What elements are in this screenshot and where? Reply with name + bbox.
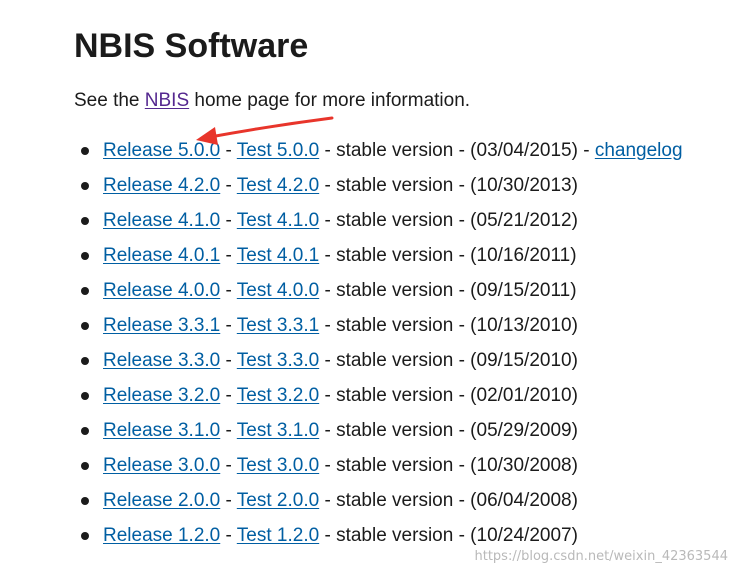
release-description: - stable version - (09/15/2010) [319,350,578,371]
release-description: - stable version - (05/29/2009) [319,420,578,441]
test-1-2-0-link[interactable]: Test 1.2.0 [237,525,319,546]
test-4-0-0-link[interactable]: Test 4.0.0 [237,280,319,301]
test-3-1-0-link[interactable]: Test 3.1.0 [237,420,319,441]
release-4-1-0-link[interactable]: Release 4.1.0 [103,210,220,231]
bullet-dot-icon [81,322,89,330]
test-2-0-0-link[interactable]: Test 2.0.0 [237,490,319,511]
release-description: - stable version - (10/30/2008) [319,455,578,476]
list-item-release-3-2-0: Release 3.2.0 - Test 3.2.0 - stable vers… [74,381,683,416]
bullet-dot-icon [81,357,89,365]
release-description: - stable version - (06/04/2008) [319,490,578,511]
nbis-home-link[interactable]: NBIS [145,90,189,111]
list-item-release-4-1-0: Release 4.1.0 - Test 4.1.0 - stable vers… [74,206,683,241]
link-separator: - [220,315,237,336]
release-description: - stable version - (09/15/2011) [319,280,577,301]
list-item-release-4-0-1: Release 4.0.1 - Test 4.0.1 - stable vers… [74,241,683,276]
bullet-dot-icon [81,462,89,470]
link-separator: - [220,420,237,441]
bullet-dot-icon [81,287,89,295]
test-5-0-0-link[interactable]: Test 5.0.0 [237,140,319,161]
changelog-link[interactable]: changelog [595,140,683,161]
test-3-0-0-link[interactable]: Test 3.0.0 [237,455,319,476]
test-4-1-0-link[interactable]: Test 4.1.0 [237,210,319,231]
release-1-2-0-link[interactable]: Release 1.2.0 [103,525,220,546]
release-list: Release 5.0.0 - Test 5.0.0 - stable vers… [74,136,683,556]
release-3-2-0-link[interactable]: Release 3.2.0 [103,385,220,406]
intro-suffix: home page for more information. [189,90,471,111]
bullet-dot-icon [81,147,89,155]
link-separator: - [220,245,237,266]
release-description: - stable version - (10/24/2007) [319,525,578,546]
link-separator: - [220,455,237,476]
bullet-dot-icon [81,392,89,400]
list-item-release-4-2-0: Release 4.2.0 - Test 4.2.0 - stable vers… [74,171,683,206]
list-item-release-2-0-0: Release 2.0.0 - Test 2.0.0 - stable vers… [74,486,683,521]
watermark-text: https://blog.csdn.net/weixin_42363544 [474,549,728,564]
list-item-release-5-0-0: Release 5.0.0 - Test 5.0.0 - stable vers… [74,136,683,171]
release-description: - stable version - (10/30/2013) [319,175,578,196]
list-item-release-3-0-0: Release 3.0.0 - Test 3.0.0 - stable vers… [74,451,683,486]
release-description: - stable version - (10/13/2010) [319,315,578,336]
release-4-0-0-link[interactable]: Release 4.0.0 [103,280,220,301]
release-5-0-0-link[interactable]: Release 5.0.0 [103,140,220,161]
release-description: - stable version - (10/16/2011) [319,245,577,266]
release-3-3-0-link[interactable]: Release 3.3.0 [103,350,220,371]
link-separator: - [220,525,237,546]
release-description: - stable version - (02/01/2010) [319,385,578,406]
test-4-0-1-link[interactable]: Test 4.0.1 [237,245,319,266]
list-item-release-3-3-1: Release 3.3.1 - Test 3.3.1 - stable vers… [74,311,683,346]
bullet-dot-icon [81,252,89,260]
intro-text: See the NBIS home page for more informat… [74,88,470,114]
bullet-dot-icon [81,427,89,435]
release-3-0-0-link[interactable]: Release 3.0.0 [103,455,220,476]
intro-prefix: See the [74,90,145,111]
link-separator: - [220,350,237,371]
bullet-dot-icon [81,217,89,225]
test-4-2-0-link[interactable]: Test 4.2.0 [237,175,319,196]
bullet-dot-icon [81,182,89,190]
page-title: NBIS Software [74,27,309,65]
test-3-3-0-link[interactable]: Test 3.3.0 [237,350,319,371]
list-item-release-3-1-0: Release 3.1.0 - Test 3.1.0 - stable vers… [74,416,683,451]
release-4-0-1-link[interactable]: Release 4.0.1 [103,245,220,266]
release-3-1-0-link[interactable]: Release 3.1.0 [103,420,220,441]
link-separator: - [220,490,237,511]
list-item-release-3-3-0: Release 3.3.0 - Test 3.3.0 - stable vers… [74,346,683,381]
link-separator: - [220,385,237,406]
link-separator: - [220,175,237,196]
bullet-dot-icon [81,497,89,505]
link-separator: - [220,210,237,231]
release-description: - stable version - (03/04/2015) - [319,140,595,161]
test-3-2-0-link[interactable]: Test 3.2.0 [237,385,319,406]
bullet-dot-icon [81,532,89,540]
release-3-3-1-link[interactable]: Release 3.3.1 [103,315,220,336]
list-item-release-4-0-0: Release 4.0.0 - Test 4.0.0 - stable vers… [74,276,683,311]
release-4-2-0-link[interactable]: Release 4.2.0 [103,175,220,196]
arrow-shaft [208,116,334,139]
test-3-3-1-link[interactable]: Test 3.3.1 [237,315,319,336]
link-separator: - [220,140,237,161]
link-separator: - [220,280,237,301]
release-description: - stable version - (05/21/2012) [319,210,578,231]
release-2-0-0-link[interactable]: Release 2.0.0 [103,490,220,511]
